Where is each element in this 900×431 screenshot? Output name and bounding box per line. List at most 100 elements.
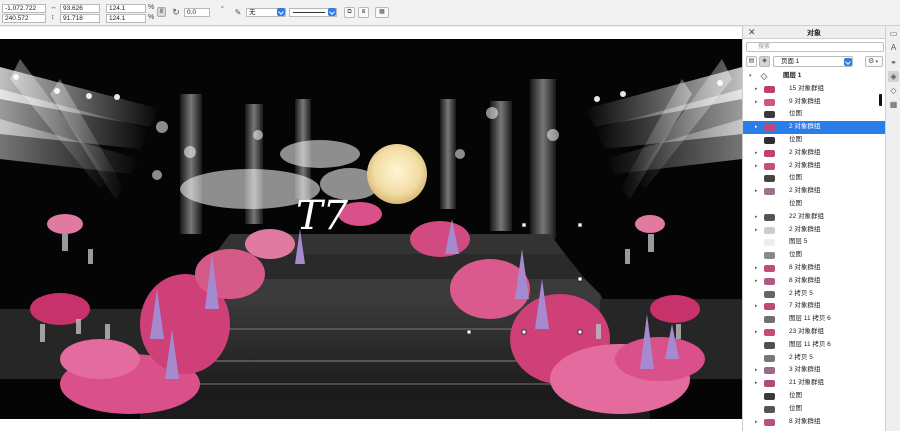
transform-icon[interactable]: ⚭: [888, 57, 899, 68]
outline-width-value: 无: [249, 9, 256, 16]
stage-artwork[interactable]: T7: [0, 39, 742, 419]
layer-view-icon[interactable]: ◈: [759, 56, 770, 67]
scale-height-input[interactable]: 124.1: [106, 14, 146, 23]
expand-arrow-icon[interactable]: ▸: [755, 83, 758, 96]
object-thumbnail: [764, 264, 775, 272]
search-input[interactable]: 搜索: [746, 42, 884, 52]
object-thumbnail: [764, 213, 775, 221]
object-row[interactable]: ▸ 8 对象群组: [743, 262, 886, 275]
object-name: 图层 11 拷贝 6: [789, 340, 831, 348]
tree-scrollbar[interactable]: [879, 94, 882, 106]
object-row[interactable]: ▸ 8 对象群组: [743, 275, 886, 288]
object-row[interactable]: 位图: [743, 249, 886, 262]
expand-arrow-icon[interactable]: ▸: [755, 364, 758, 377]
expand-arrow-icon[interactable]: ▸: [755, 275, 758, 288]
object-row[interactable]: 图层 5: [743, 236, 886, 249]
drawing-canvas[interactable]: T7: [0, 27, 742, 431]
object-name: 8 对象群组: [789, 417, 821, 425]
expand-arrow-icon[interactable]: ▸: [755, 160, 758, 173]
object-row[interactable]: ▸ 21 对象群组: [743, 377, 886, 390]
object-name: 位图: [789, 251, 802, 259]
properties-icon[interactable]: ▭: [888, 28, 899, 39]
page-select[interactable]: 页面 1: [773, 56, 853, 67]
expand-arrow-icon[interactable]: ▸: [755, 326, 758, 339]
object-row[interactable]: 位图: [743, 108, 886, 121]
object-name: 图层 11 拷贝 6: [789, 315, 831, 323]
combine-icon[interactable]: ⧉: [344, 7, 355, 18]
object-name: 图层 5: [789, 238, 808, 246]
expand-arrow-icon[interactable]: ▸: [755, 147, 758, 160]
layer-row[interactable]: ▾ 图层 1: [743, 70, 886, 83]
object-row[interactable]: ▸ 7 对象群组: [743, 300, 886, 313]
object-row[interactable]: 位图: [743, 198, 886, 211]
object-row[interactable]: 位图: [743, 390, 886, 403]
arrange-icon[interactable]: ▦: [375, 7, 389, 18]
object-row[interactable]: ▸ 23 对象群组: [743, 326, 886, 339]
object-row[interactable]: ▸ 9 对象群组: [743, 96, 886, 109]
object-row[interactable]: 图层 11 拷贝 6: [743, 339, 886, 352]
docker-toolbar: ▤ ◈ 页面 1 ⚙ ▾: [743, 55, 886, 68]
page-view-icon[interactable]: ▤: [746, 56, 757, 67]
position-y-input[interactable]: 240.572: [2, 14, 46, 23]
object-name: 2 对象群组: [789, 148, 821, 156]
rotation-input[interactable]: 0.0: [184, 8, 210, 17]
break-apart-icon[interactable]: ⧈: [358, 7, 369, 18]
object-name: 9 对象群组: [789, 97, 821, 105]
object-row[interactable]: 位图: [743, 172, 886, 185]
logo-t7: T7: [296, 193, 349, 239]
object-name: 21 对象群组: [789, 379, 825, 387]
object-name: 3 对象群组: [789, 366, 821, 374]
object-thumbnail: [764, 341, 775, 349]
object-tree[interactable]: ▾ 图层 1 ▸ 15 对象群组 ▸ 9 对象群组 位图 ▸ 2 对象群组 位图 ▸ 2 对象群组 ▸ 2…: [743, 70, 886, 431]
docker-options-button[interactable]: ⚙ ▾: [865, 56, 883, 67]
object-row[interactable]: ▸ 22 对象群组: [743, 211, 886, 224]
object-thumbnail: [764, 162, 775, 170]
layout-icon[interactable]: ▦: [888, 99, 899, 110]
chevron-down-icon[interactable]: [844, 57, 852, 66]
degree-label: °: [221, 6, 224, 13]
expand-arrow-icon[interactable]: ▸: [755, 377, 758, 390]
object-thumbnail: [764, 354, 775, 362]
object-row[interactable]: 位图: [743, 403, 886, 416]
object-row[interactable]: 2 拷贝 5: [743, 288, 886, 301]
percent-label: %: [148, 4, 155, 11]
object-row[interactable]: ▸ 2 对象群组: [743, 224, 886, 237]
object-row[interactable]: 图层 11 拷贝 6: [743, 313, 886, 326]
object-row[interactable]: ▸ 2 对象群组: [743, 185, 886, 198]
expand-arrow-icon[interactable]: ▸: [755, 185, 758, 198]
expand-arrow-icon[interactable]: ▾: [749, 70, 752, 83]
objects-icon[interactable]: ◈: [888, 71, 899, 82]
expand-arrow-icon[interactable]: ▸: [755, 416, 758, 429]
object-row[interactable]: ▸ 2 对象群组: [743, 121, 886, 134]
lock-ratio-button[interactable]: ⦀: [157, 7, 166, 17]
object-row[interactable]: ▸ 3 对象群组: [743, 364, 886, 377]
expand-arrow-icon[interactable]: ▸: [755, 224, 758, 237]
object-row[interactable]: 2 拷贝 5: [743, 352, 886, 365]
expand-arrow-icon[interactable]: ▸: [755, 121, 758, 134]
expand-arrow-icon[interactable]: ▸: [755, 300, 758, 313]
position-x-input[interactable]: -1,072.722: [2, 4, 46, 13]
object-thumbnail: [764, 188, 775, 196]
width-input[interactable]: 93.626: [60, 4, 100, 13]
object-row[interactable]: ▸ 2 对象群组: [743, 147, 886, 160]
expand-arrow-icon[interactable]: ▸: [755, 262, 758, 275]
objects-docker: ✕ 对象 ⌕ 搜索 ▤ ◈ 页面 1 ⚙ ▾ ▾图层 1▸15 对象群组▸9 对…: [742, 26, 886, 431]
object-thumbnail: [764, 418, 775, 426]
object-row[interactable]: 位图: [743, 134, 886, 147]
expand-arrow-icon[interactable]: ▸: [755, 211, 758, 224]
scale-width-input[interactable]: 124.1: [106, 4, 146, 13]
object-row[interactable]: ▸ 8 对象群组: [743, 416, 886, 429]
object-row[interactable]: ▸ 15 对象群组: [743, 83, 886, 96]
height-input[interactable]: 91.718: [60, 14, 100, 23]
expand-arrow-icon[interactable]: ▸: [755, 96, 758, 109]
chevron-down-icon[interactable]: [277, 8, 285, 16]
object-thumbnail: [764, 252, 775, 260]
object-name: 位图: [789, 199, 802, 207]
object-thumbnail: [764, 290, 775, 298]
text-icon[interactable]: A: [888, 42, 899, 53]
chevron-down-icon[interactable]: [328, 8, 336, 16]
object-name: 8 对象群组: [789, 263, 821, 271]
tag-icon[interactable]: ◇: [888, 85, 899, 96]
object-row[interactable]: ▸ 2 对象群组: [743, 160, 886, 173]
object-thumbnail: [764, 136, 775, 144]
